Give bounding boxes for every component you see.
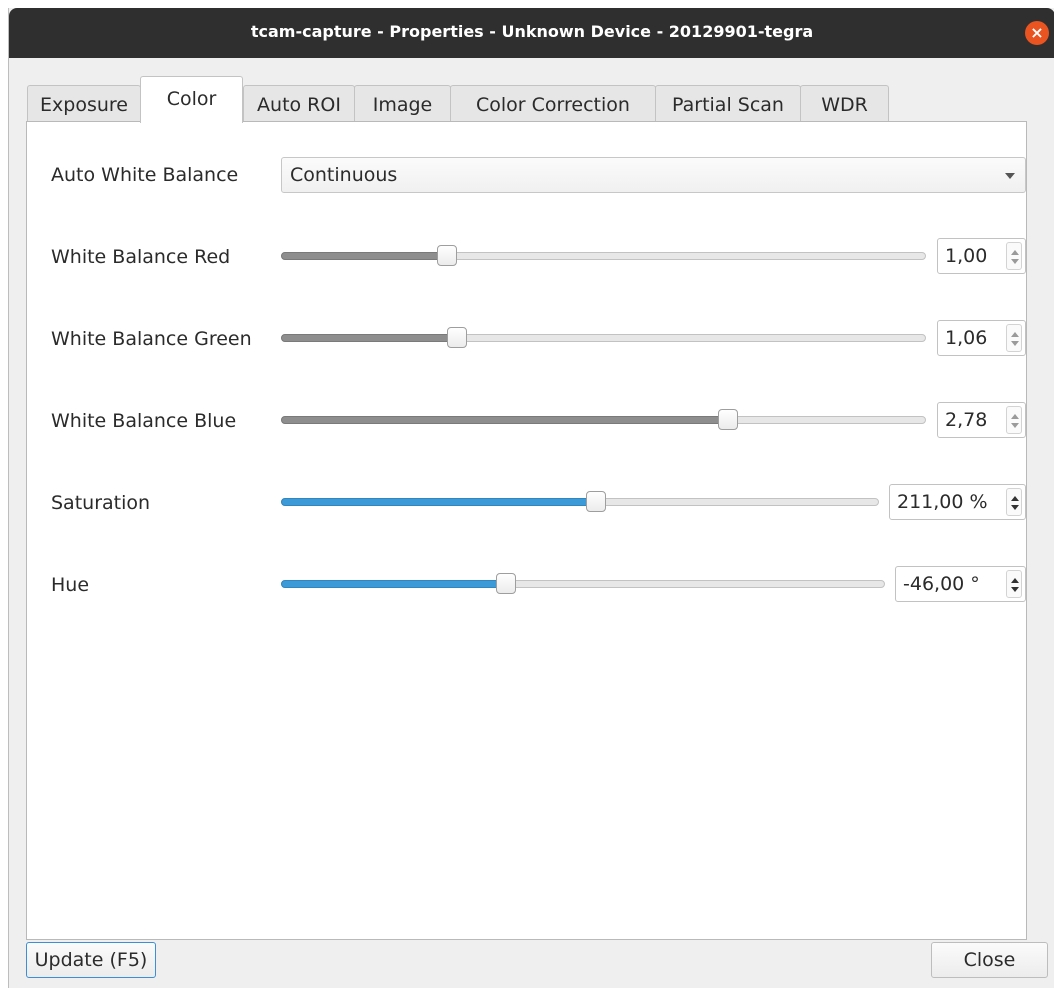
slider-fill [281, 334, 457, 342]
spin-arrows[interactable] [1006, 406, 1022, 434]
arrow-down-icon[interactable] [1011, 587, 1019, 592]
white-balance-blue-spinbox[interactable]: 2,78 [937, 402, 1026, 438]
tab-exposure[interactable]: Exposure [27, 85, 141, 123]
arrow-up-icon[interactable] [1011, 414, 1019, 419]
slider-fill [281, 498, 596, 506]
spin-arrows[interactable] [1006, 324, 1022, 352]
white-balance-green-value: 1,06 [945, 327, 988, 349]
hue-label: Hue [51, 574, 90, 596]
properties-dialog: tcam-capture - Properties - Unknown Devi… [8, 8, 1054, 988]
saturation-spinbox[interactable]: 211,00 % [889, 484, 1026, 520]
arrow-up-icon[interactable] [1011, 332, 1019, 337]
arrow-down-icon[interactable] [1011, 505, 1019, 510]
white-balance-red-value: 1,00 [945, 245, 988, 267]
color-tab-panel: Auto White Balance Continuous White Bala… [26, 121, 1027, 940]
auto-white-balance-label: Auto White Balance [51, 164, 239, 186]
chevron-down-icon [1005, 173, 1015, 179]
hue-spinbox[interactable]: -46,00 ° [895, 566, 1026, 602]
white-balance-blue-label: White Balance Blue [51, 410, 237, 432]
arrow-up-icon[interactable] [1011, 496, 1019, 501]
tab-color[interactable]: Color [140, 76, 243, 123]
saturation-label: Saturation [51, 492, 151, 514]
arrow-down-icon[interactable] [1011, 259, 1019, 264]
arrow-up-icon[interactable] [1011, 250, 1019, 255]
slider-handle[interactable] [447, 327, 467, 348]
title-bar: tcam-capture - Properties - Unknown Devi… [9, 8, 1054, 58]
white-balance-green-label: White Balance Green [51, 328, 252, 350]
tab-auto-roi[interactable]: Auto ROI [243, 85, 355, 123]
arrow-down-icon[interactable] [1011, 423, 1019, 428]
arrow-down-icon[interactable] [1011, 341, 1019, 346]
spin-arrows[interactable] [1006, 570, 1022, 598]
arrow-up-icon[interactable] [1011, 578, 1019, 583]
slider-handle[interactable] [586, 491, 606, 512]
white-balance-red-label: White Balance Red [51, 246, 231, 268]
white-balance-green-spinbox[interactable]: 1,06 [937, 320, 1026, 356]
tab-partial-scan[interactable]: Partial Scan [655, 85, 801, 123]
auto-white-balance-value: Continuous [290, 164, 398, 186]
white-balance-red-slider[interactable] [281, 244, 926, 268]
saturation-value: 211,00 % [897, 491, 988, 513]
white-balance-blue-value: 2,78 [945, 409, 988, 431]
close-icon[interactable]: × [1025, 21, 1049, 45]
auto-white-balance-dropdown[interactable]: Continuous [281, 157, 1026, 193]
slider-handle[interactable] [437, 245, 457, 266]
saturation-slider[interactable] [281, 490, 879, 514]
white-balance-blue-slider[interactable] [281, 408, 926, 432]
slider-fill [281, 580, 506, 588]
white-balance-red-spinbox[interactable]: 1,00 [937, 238, 1026, 274]
window-title: tcam-capture - Properties - Unknown Devi… [250, 22, 814, 41]
slider-fill [281, 252, 447, 260]
hue-value: -46,00 ° [903, 573, 980, 595]
update-button[interactable]: Update (F5) [26, 942, 156, 978]
tab-image[interactable]: Image [354, 85, 451, 123]
slider-handle[interactable] [496, 573, 516, 594]
slider-fill [281, 416, 728, 424]
spin-arrows[interactable] [1006, 242, 1022, 270]
white-balance-green-slider[interactable] [281, 326, 926, 350]
tab-color-correction[interactable]: Color Correction [450, 85, 656, 123]
slider-handle[interactable] [718, 409, 738, 430]
hue-slider[interactable] [281, 572, 885, 596]
tab-wdr[interactable]: WDR [800, 85, 889, 123]
close-button[interactable]: Close [931, 942, 1048, 978]
spin-arrows[interactable] [1006, 488, 1022, 516]
